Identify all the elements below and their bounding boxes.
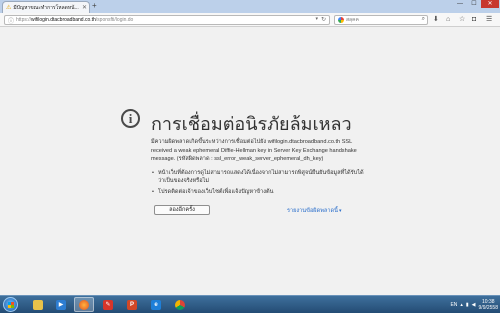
list-item: หน้าเว็บที่ต้องการดูไม่สามารถแสดงได้เนื่… [151,169,366,185]
download-icon[interactable]: ⬇ [433,16,439,24]
search-engine-icon[interactable] [338,17,344,23]
taskbar-app-red[interactable]: ✎ [98,297,118,312]
error-description: มีความผิดพลาดเกิดขึ้นระหว่างการเชื่อมต่อ… [151,139,357,162]
list-item: โปรดติดต่อเจ้าของเว็บไซต์เพื่อแจ้งปัญหาข… [151,188,366,196]
error-page-content: i การเชื่อมต่อนิรภัยล้มเหลว มีความผิดพลา… [0,27,500,295]
report-error-link[interactable]: รายงานข้อผิดพลาดนี้▾ [287,207,341,215]
report-error-label[interactable]: รายงานข้อผิดพลาดนี้ [287,208,338,214]
network-icon[interactable]: ▮ [466,302,469,308]
taskbar-app-chrome[interactable] [170,297,190,312]
menu-icon[interactable]: ☰ [486,16,492,24]
taskbar-app-ie[interactable]: e [146,297,166,312]
powerpoint-icon: P [127,299,137,310]
taskbar-app-powerpoint[interactable]: P [122,297,142,312]
info-icon: i [121,109,140,128]
error-title: การเชื่อมต่อนิรภัยล้มเหลว [151,114,352,134]
pocket-icon[interactable]: ◘ [472,16,476,24]
language-indicator[interactable]: EN [450,302,457,308]
app-red-icon: ✎ [103,299,113,310]
url-bar[interactable]: ⓘ https:// wifilogin.dtacbroadband.co.th… [4,15,330,25]
history-dropdown-icon[interactable]: ▾ [315,16,318,22]
bookmark-star-icon[interactable]: ☆ [459,16,465,24]
reload-icon[interactable]: ↻ [321,16,326,23]
clock-date: 9/9/2558 [478,304,498,311]
title-bar: ⚠ มีปัญหาขณะทำการโหลดหน้... ✕ + — ☐ ✕ [0,0,500,13]
minimize-button[interactable]: — [453,0,467,8]
start-button[interactable] [3,297,18,312]
site-info-icon[interactable]: ⓘ [8,16,14,25]
taskbar-app-media[interactable]: ▶ [51,297,71,312]
volume-icon[interactable]: ◀ [472,302,476,308]
url-path: /sponsfti/login.do [95,17,134,23]
clock[interactable]: 10:38 9/9/2558 [479,299,498,311]
internet-explorer-icon: e [151,299,161,310]
close-window-button[interactable]: ✕ [481,0,499,8]
tab-close-icon[interactable]: ✕ [82,4,87,11]
new-tab-button[interactable]: + [92,2,97,10]
warning-icon: ⚠ [6,5,12,11]
maximize-button[interactable]: ☐ [467,0,481,8]
search-bar[interactable]: สลุคค ⌕ [334,15,428,25]
taskbar-app-explorer[interactable] [28,297,48,312]
firefox-icon [79,299,89,310]
navigation-toolbar: ⓘ https:// wifilogin.dtacbroadband.co.th… [0,13,500,27]
search-icon[interactable]: ⌕ [422,16,425,23]
taskbar: ▶ ✎ P e EN ▴ ▮ ◀ 10:38 9/9/2558 [0,295,500,313]
try-again-button[interactable]: ลองอีกครั้ง [154,205,210,215]
chrome-icon [175,299,185,310]
search-placeholder: สลุคค [346,17,359,23]
url-scheme: https:// [16,17,32,23]
chevron-down-icon[interactable]: ▾ [339,208,342,214]
home-icon[interactable]: ⌂ [446,16,450,24]
url-host: wifilogin.dtacbroadband.co.th [31,17,96,23]
system-tray: EN ▴ ▮ ◀ 10:38 9/9/2558 [450,297,498,312]
error-bullet-list: หน้าเว็บที่ต้องการดูไม่สามารถแสดงได้เนื่… [151,169,366,200]
media-player-icon: ▶ [56,299,66,310]
taskbar-app-firefox[interactable] [74,297,94,312]
folder-icon [33,299,43,310]
tab-error-page[interactable]: ⚠ มีปัญหาขณะทำการโหลดหน้... ✕ [2,1,90,13]
tab-title: มีปัญหาขณะทำการโหลดหน้... [13,4,79,11]
tray-arrow-icon[interactable]: ▴ [460,302,463,308]
